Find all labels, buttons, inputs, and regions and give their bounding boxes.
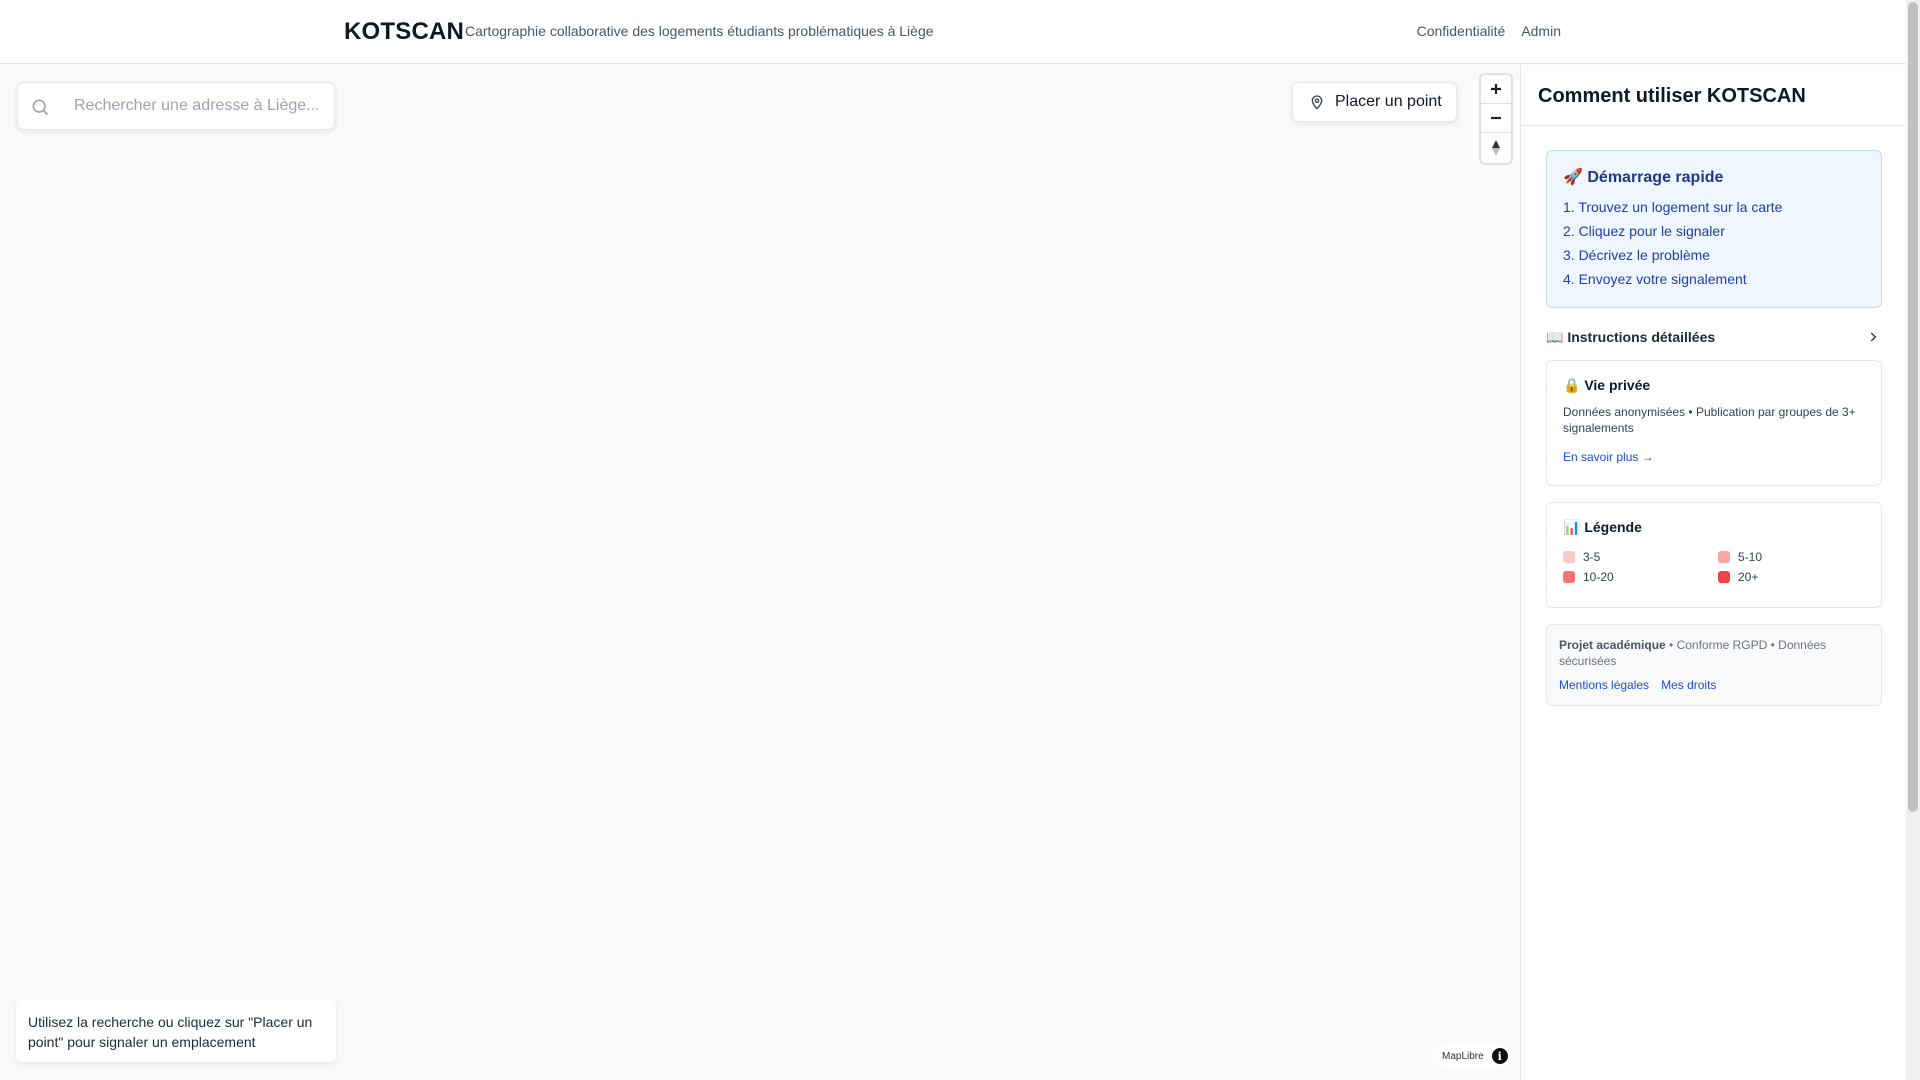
legend-swatch [1718,551,1730,563]
detailed-instructions-toggle[interactable]: 📖 Instructions détaillées [1546,325,1882,349]
zoom-out-button[interactable] [1481,104,1511,133]
legend-label: 10-20 [1583,570,1614,584]
privacy-title: 🔒 Vie privée [1563,377,1651,393]
legend-label: 20+ [1738,570,1759,584]
sidebar-divider [1521,125,1907,126]
top-nav: Confidentialité Admin [1417,23,1561,39]
legend-item: 5-10 [1718,550,1873,564]
instructions-label: 📖 Instructions détaillées [1546,328,1716,345]
quick-start-steps: 1. Trouvez un logement sur la carte 2. C… [1563,195,1865,291]
sidebar-title: Comment utiliser KOTSCAN [1538,85,1806,107]
plus-icon [1491,84,1501,94]
nav-link-privacy[interactable]: Confidentialité [1417,23,1506,39]
privacy-card: 🔒 Vie privée Données anonymisées • Publi… [1546,360,1882,486]
quick-step: 1. Trouvez un logement sur la carte [1563,199,1783,215]
my-rights-link[interactable]: Mes droits [1661,677,1716,693]
page-scrollbar[interactable] [1906,0,1920,1080]
legend-card: 📊 Légende 3-5 5-10 10-20 20+ [1546,502,1882,608]
legend-swatch [1718,571,1730,583]
search-input[interactable] [58,83,326,129]
legend-item: 10-20 [1563,570,1718,584]
place-point-button[interactable]: Placer un point [1292,82,1457,122]
tagline: Cartographie collaborative des logements… [465,23,934,39]
quick-start-title: 🚀 Démarrage rapide [1563,169,1724,186]
project-footer: Projet académique • Conforme RGPD • Donn… [1546,624,1882,706]
scrollbar-thumb[interactable] [1908,2,1918,812]
brand-title[interactable]: KOTSCAN [344,18,464,46]
place-point-label: Placer un point [1335,93,1442,110]
legend-title: 📊 Légende [1563,519,1642,535]
top-header: KOTSCAN Cartographie collaborative des l… [0,0,1906,64]
compass-icon [1492,139,1500,156]
quick-step: 4. Envoyez votre signalement [1563,271,1747,287]
quick-step: 2. Cliquez pour le signaler [1563,223,1725,239]
legend-label: 3-5 [1583,550,1601,564]
footer-text: Projet académique • Conforme RGPD • Donn… [1559,637,1869,669]
map-attribution: MapLibre i [1432,1045,1512,1067]
quick-step: 3. Décrivez le problème [1563,247,1711,263]
address-search [17,82,335,130]
legend-swatch [1563,571,1575,583]
legal-notice-link[interactable]: Mentions légales [1559,677,1649,693]
legend-grid: 3-5 5-10 10-20 20+ [1563,550,1865,584]
chevron-right-icon [1870,332,1877,342]
legend-label: 5-10 [1738,550,1763,564]
footer-bold: Projet académique [1559,638,1666,652]
zoom-in-button[interactable] [1481,75,1511,104]
search-icon [32,99,49,116]
footer-links: Mentions légales Mes droits [1559,677,1869,693]
legend-item: 3-5 [1563,550,1718,564]
reset-north-button[interactable] [1481,133,1511,162]
info-icon[interactable]: i [1491,1048,1508,1064]
help-sidebar: Comment utiliser KOTSCAN 🚀 Démarrage rap… [1520,65,1907,1080]
map-hint: Utilisez la recherche ou cliquez sur "Pl… [16,1000,336,1062]
map-canvas[interactable]: Placer un point Utilisez la recherche ou… [0,65,1520,1080]
privacy-text: Données anonymisées • Publication par gr… [1563,405,1856,435]
nav-link-admin[interactable]: Admin [1521,23,1561,39]
minus-icon [1491,116,1501,120]
legend-item: 20+ [1718,570,1873,584]
privacy-learn-more-link[interactable]: En savoir plus → [1563,450,1654,464]
quick-start-card: 🚀 Démarrage rapide 1. Trouvez un logemen… [1546,150,1882,308]
attribution-text[interactable]: MapLibre [1442,1051,1484,1062]
zoom-controls [1481,75,1511,163]
legend-swatch [1563,551,1575,563]
map-pin-icon [1311,95,1323,110]
